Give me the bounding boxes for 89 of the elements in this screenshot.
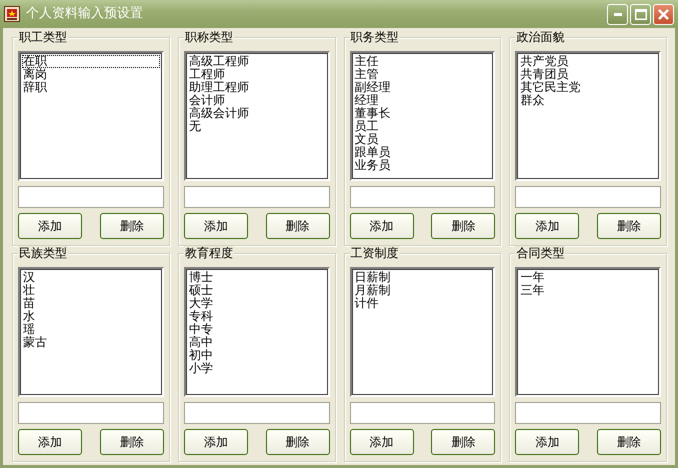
list-item[interactable]: 董事长 bbox=[354, 107, 492, 120]
list-item[interactable]: 业务员 bbox=[354, 159, 492, 172]
group-title: 教育程度 bbox=[184, 246, 234, 260]
list-item[interactable]: 月薪制 bbox=[354, 284, 492, 297]
list-item[interactable]: 会计师 bbox=[188, 94, 326, 107]
maximize-button[interactable] bbox=[630, 4, 651, 24]
action-button[interactable]: 删除 bbox=[266, 429, 330, 455]
list-item[interactable]: 中专 bbox=[188, 323, 326, 336]
input-field[interactable] bbox=[350, 402, 496, 424]
input-field[interactable] bbox=[18, 186, 164, 208]
list-item[interactable]: 大学 bbox=[188, 297, 326, 310]
action-button[interactable]: 删除 bbox=[100, 213, 164, 239]
list-item[interactable]: 高中 bbox=[188, 336, 326, 349]
action-button[interactable]: 添加 bbox=[515, 213, 580, 239]
list-box[interactable]: 高级工程师 工程师 助理工程师 会计师 高级会计师 无 bbox=[184, 51, 330, 181]
action-button[interactable]: 添加 bbox=[184, 213, 248, 239]
input-field[interactable] bbox=[515, 402, 661, 424]
group-title: 职务类型 bbox=[350, 30, 400, 44]
input-field[interactable] bbox=[18, 402, 164, 424]
action-button[interactable]: 删除 bbox=[100, 429, 164, 455]
action-button[interactable]: 删除 bbox=[597, 213, 661, 239]
action-button[interactable]: 删除 bbox=[266, 213, 330, 239]
group-title: 职称类型 bbox=[184, 30, 234, 44]
list-item[interactable]: 专科 bbox=[188, 310, 326, 323]
list-item[interactable]: 主任 bbox=[354, 55, 492, 68]
list-item[interactable]: 其它民主党 bbox=[519, 81, 657, 94]
list-item[interactable]: 日薪制 bbox=[354, 271, 492, 284]
list-item[interactable]: 群众 bbox=[519, 94, 657, 107]
list-item[interactable]: 三年 bbox=[519, 284, 657, 297]
list-box[interactable]: 在职 离岗 辞职 bbox=[18, 51, 164, 181]
input-field[interactable] bbox=[515, 186, 661, 208]
action-button[interactable]: 删除 bbox=[597, 429, 661, 455]
list-item[interactable]: 无 bbox=[188, 120, 326, 133]
minimize-button[interactable] bbox=[607, 4, 628, 24]
input-field[interactable] bbox=[350, 186, 496, 208]
group-title: 合同类型 bbox=[515, 246, 566, 260]
list-item[interactable]: 蒙古 bbox=[22, 336, 160, 349]
close-icon bbox=[658, 8, 669, 20]
list-box[interactable]: 日薪制 月薪制 计件 bbox=[350, 267, 496, 397]
list-item[interactable]: 高级会计师 bbox=[188, 107, 326, 120]
list-item[interactable]: 助理工程师 bbox=[188, 81, 326, 94]
action-button[interactable]: 添加 bbox=[18, 429, 82, 455]
list-box[interactable]: 博士 硕士 大学 专科 中专 高中 初中 小学 bbox=[184, 267, 330, 397]
list-item[interactable]: 共产党员 bbox=[519, 55, 657, 68]
list-item[interactable]: 辞职 bbox=[22, 81, 160, 94]
list-item[interactable]: 高级工程师 bbox=[188, 55, 326, 68]
list-item[interactable]: 主管 bbox=[354, 68, 492, 81]
list-item[interactable]: 瑶 bbox=[22, 323, 160, 336]
list-item[interactable]: 博士 bbox=[188, 271, 326, 284]
list-item[interactable]: 硕士 bbox=[188, 284, 326, 297]
list-box[interactable]: 共产党员 共青团员 其它民主党 群众 bbox=[515, 51, 661, 181]
list-item[interactable]: 离岗 bbox=[22, 68, 160, 81]
action-button[interactable]: 删除 bbox=[431, 429, 496, 455]
list-item[interactable]: 汉 bbox=[22, 271, 160, 284]
list-item[interactable]: 副经理 bbox=[354, 81, 492, 94]
action-button[interactable]: 添加 bbox=[184, 429, 248, 455]
list-item[interactable]: 一年 bbox=[519, 271, 657, 284]
group-title: 民族类型 bbox=[18, 246, 68, 260]
action-button[interactable]: 删除 bbox=[431, 213, 496, 239]
group-title: 工资制度 bbox=[350, 246, 400, 260]
input-field[interactable] bbox=[184, 402, 330, 424]
list-item[interactable]: 跟单员 bbox=[354, 146, 492, 159]
list-item[interactable]: 水 bbox=[22, 310, 160, 323]
maximize-icon bbox=[634, 8, 646, 20]
group-title: 政治面貌 bbox=[515, 30, 566, 44]
action-button[interactable]: 添加 bbox=[18, 213, 82, 239]
list-item[interactable]: 初中 bbox=[188, 349, 326, 362]
input-field[interactable] bbox=[184, 186, 330, 208]
action-button[interactable]: 添加 bbox=[350, 213, 414, 239]
list-item[interactable]: 共青团员 bbox=[519, 68, 657, 81]
action-button[interactable]: 添加 bbox=[350, 429, 414, 455]
list-item[interactable]: 苗 bbox=[22, 297, 160, 310]
list-box[interactable]: 主任 主管 副经理 经理 董事长 员工 文员 跟单员 业务员 bbox=[350, 51, 496, 181]
list-item[interactable]: 计件 bbox=[354, 297, 492, 310]
list-item[interactable]: 经理 bbox=[354, 94, 492, 107]
app-icon bbox=[4, 6, 20, 22]
group-title: 职工类型 bbox=[18, 30, 68, 44]
list-item[interactable]: 小学 bbox=[188, 362, 326, 375]
list-box[interactable]: 一年 三年 bbox=[515, 267, 661, 397]
window-title: 个人资料输入预设置 bbox=[26, 5, 144, 24]
list-box[interactable]: 汉 壮 苗 水 瑶 蒙古 bbox=[18, 267, 164, 397]
list-item[interactable]: 工程师 bbox=[188, 68, 326, 81]
list-item[interactable]: 文员 bbox=[354, 133, 492, 146]
close-button[interactable] bbox=[653, 4, 674, 24]
list-item[interactable]: 员工 bbox=[354, 120, 492, 133]
list-item[interactable]: 在职 bbox=[22, 55, 160, 68]
minimize-icon bbox=[614, 12, 622, 16]
list-item[interactable]: 壮 bbox=[22, 284, 160, 297]
action-button[interactable]: 添加 bbox=[515, 429, 580, 455]
